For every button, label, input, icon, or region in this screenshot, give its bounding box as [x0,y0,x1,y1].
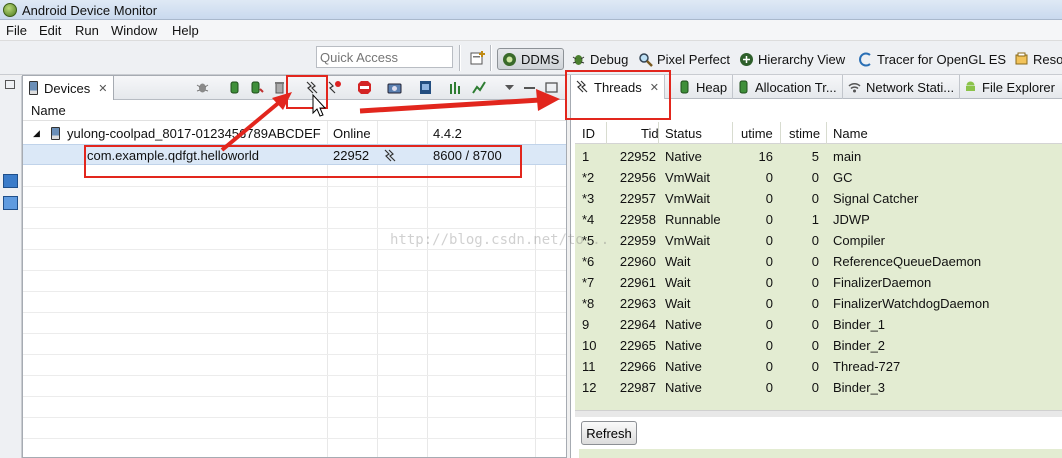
arrow-head [536,89,560,111]
arrow-to-threads-button [220,98,284,152]
annotation-arrows [220,89,560,152]
mouse-cursor-icon [312,93,327,117]
arrow-to-threads-tab [359,97,541,114]
